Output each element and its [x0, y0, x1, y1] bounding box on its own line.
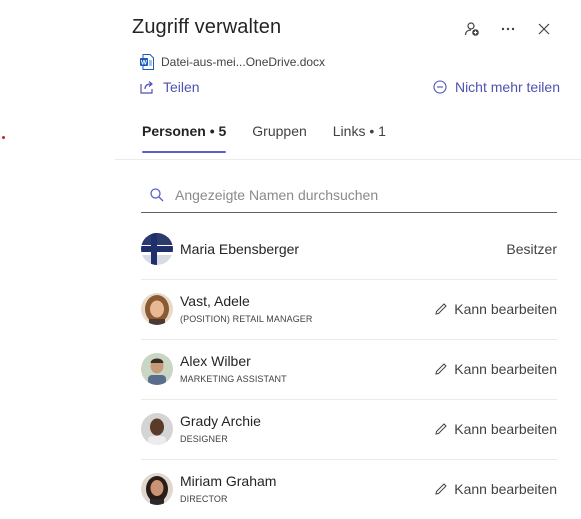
more-icon: [501, 27, 515, 31]
action-row: Teilen Nicht mehr teilen: [139, 79, 560, 99]
person-name: Miriam Graham: [180, 473, 277, 489]
avatar: [141, 233, 173, 265]
avatar: [141, 473, 173, 505]
share-button[interactable]: Teilen: [139, 79, 200, 95]
word-document-icon: W: [140, 54, 154, 70]
person-role: MARKETING ASSISTANT: [180, 374, 287, 384]
people-list: Maria Ebensberger Besitzer Vast, Adele (…: [141, 220, 557, 519]
close-button[interactable]: [526, 17, 562, 41]
stop-sharing-label: Nicht mehr teilen: [454, 79, 560, 95]
share-label: Teilen: [163, 79, 200, 95]
person-name: Grady Archie: [180, 413, 261, 429]
avatar: [141, 293, 173, 325]
search-icon: [150, 188, 164, 202]
person-role: DIRECTOR: [180, 494, 228, 504]
permission-text: Kann bearbeiten: [454, 421, 557, 437]
permission-text: Besitzer: [506, 241, 557, 257]
pencil-icon: [435, 303, 447, 315]
search-box: [141, 178, 557, 213]
manage-access-panel: Zugriff verwalten W Datei-aus-mei...OneD…: [115, 0, 581, 511]
tab-people[interactable]: Personen • 5: [142, 123, 227, 153]
pencil-icon: [435, 363, 447, 375]
pencil-icon: [435, 483, 447, 495]
permission-label: Besitzer: [506, 241, 557, 257]
person-row[interactable]: Alex Wilber MARKETING ASSISTANT Kann bea…: [141, 340, 557, 400]
avatar: [141, 413, 173, 445]
avatar: [141, 353, 173, 385]
permission-dropdown[interactable]: Kann bearbeiten: [434, 481, 557, 497]
person-row[interactable]: Maria Ebensberger Besitzer: [141, 220, 557, 280]
pencil-icon: [435, 423, 447, 435]
stop-sharing-button[interactable]: Nicht mehr teilen: [433, 79, 560, 95]
person-name: Vast, Adele: [180, 293, 250, 309]
permission-text: Kann bearbeiten: [454, 301, 557, 317]
panel-header: Zugriff verwalten: [132, 16, 562, 44]
svg-text:W: W: [141, 60, 148, 67]
permission-text: Kann bearbeiten: [454, 481, 557, 497]
close-icon: [538, 23, 550, 35]
person-row[interactable]: Vast, Adele (POSITION) RETAIL MANAGER Ka…: [141, 280, 557, 340]
access-tabs: Personen • 5 Gruppen Links • 1: [142, 123, 412, 153]
add-people-button[interactable]: [454, 17, 490, 41]
tab-links[interactable]: Links • 1: [333, 123, 386, 149]
share-icon: [140, 81, 153, 94]
person-role: DESIGNER: [180, 434, 228, 444]
person-role: (POSITION) RETAIL MANAGER: [180, 314, 313, 324]
add-people-icon: [464, 22, 479, 36]
person-row[interactable]: Grady Archie DESIGNER Kann bearbeiten: [141, 400, 557, 460]
file-info: W Datei-aus-mei...OneDrive.docx: [140, 54, 325, 70]
person-name: Alex Wilber: [180, 353, 251, 369]
stop-sharing-icon: [433, 80, 447, 94]
permission-dropdown[interactable]: Kann bearbeiten: [434, 301, 557, 317]
tabs-divider: [115, 159, 581, 160]
file-name: Datei-aus-mei...OneDrive.docx: [161, 55, 326, 69]
permission-dropdown[interactable]: Kann bearbeiten: [434, 421, 557, 437]
person-name: Maria Ebensberger: [180, 241, 300, 257]
search-input[interactable]: [173, 186, 537, 204]
stray-dot: [2, 136, 5, 139]
permission-dropdown[interactable]: Kann bearbeiten: [434, 361, 557, 377]
panel-title: Zugriff verwalten: [132, 16, 282, 38]
more-options-button[interactable]: [490, 17, 526, 41]
tab-groups[interactable]: Gruppen: [252, 123, 306, 149]
permission-text: Kann bearbeiten: [454, 361, 557, 377]
person-row[interactable]: Miriam Graham DIRECTOR Kann bearbeiten: [141, 460, 557, 519]
